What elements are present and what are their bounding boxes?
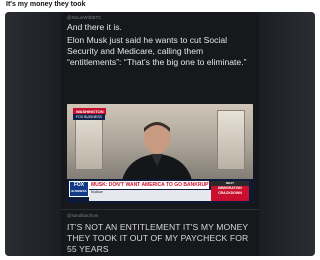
chyron-headline: MUSK: DON'T WANT AMERICA TO GO BANKRUPT [89,181,212,189]
reply-caption: IT'S NOT AN ENTITLEMENT IT'S MY MONEY TH… [67,222,249,254]
screenshot-panel: @NoLieWithBTC And there it is. Elon Musk… [61,12,259,256]
divider [61,209,259,210]
tweet-line-2: Elon Musk just said he wants to cut Soci… [67,35,247,67]
network-tag: FOX BUSINESS [73,114,105,120]
lower-third: FOX BUSINESS MUSK: DON'T WANT AMERICA TO… [67,179,253,203]
window-right [217,110,245,170]
post-image[interactable]: @NoLieWithBTC And there it is. Elon Musk… [5,12,315,256]
tweet-line-1: And there it is. [67,22,122,32]
video-frame[interactable]: WASHINGTON FOX BUSINESS FOX BUSINESS MUS… [67,104,253,203]
up-next-box: NEXT IMMIGRATION CRACKDOWN [211,181,249,201]
tweet-handle: @NoLieWithBTC [67,15,102,20]
fox-business-logo: FOX BUSINESS [69,181,89,197]
speaker-figure [121,122,193,184]
reply-handle: @sandibachom [67,213,99,218]
post-title: It's my money they took [6,1,86,8]
show-name: Kudlow [89,190,211,201]
tweet-text: And there it is. Elon Musk just said he … [67,22,255,70]
